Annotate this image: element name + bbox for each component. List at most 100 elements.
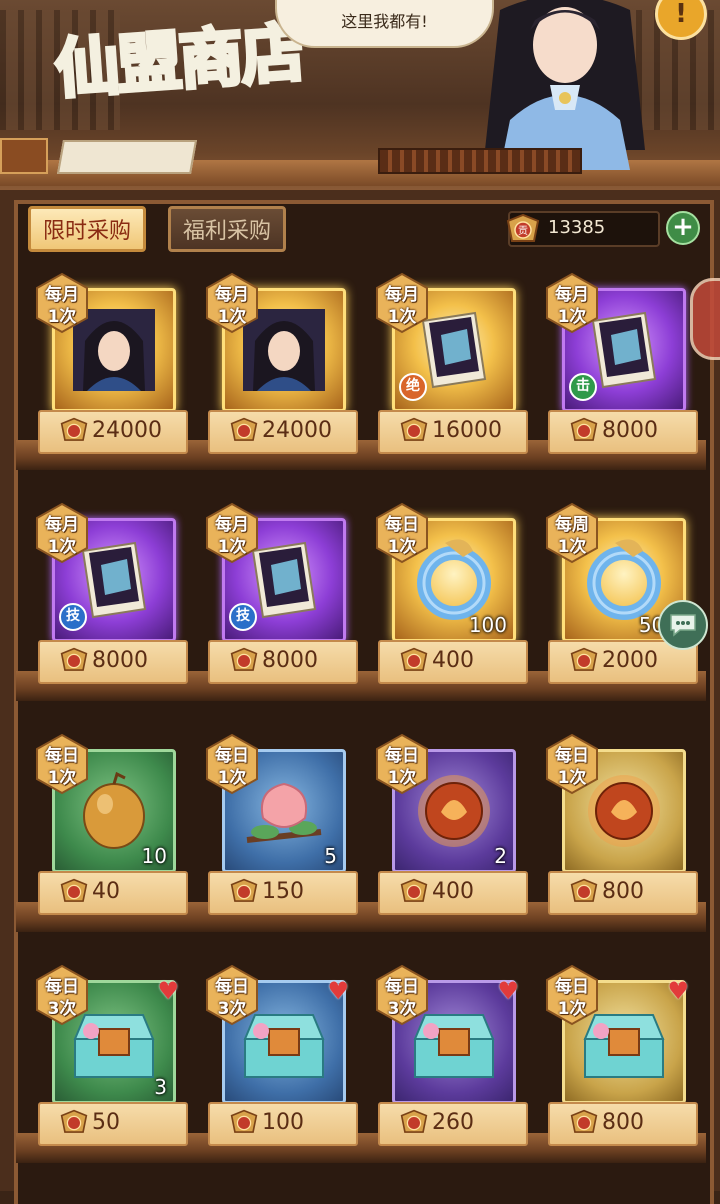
price-button[interactable]: 16000 (378, 410, 528, 454)
currency-coin-icon (230, 878, 258, 902)
price-button[interactable]: 800 (548, 1102, 698, 1146)
currency-coin-icon (570, 417, 598, 441)
chat-bubble-icon (670, 614, 696, 637)
price-button[interactable]: 8000 (38, 640, 188, 684)
limit-count: 3次 (387, 999, 417, 1019)
abacus-icon (378, 148, 582, 174)
price-value: 8000 (92, 648, 148, 673)
currency-coin-icon (400, 647, 428, 671)
limit-count: 1次 (217, 537, 247, 557)
price-value: 50 (92, 1110, 120, 1135)
limit-count: 1次 (47, 307, 77, 327)
currency-coin-icon (400, 417, 428, 441)
shop-item[interactable]: 技 每月 1次 8000 (36, 502, 208, 710)
currency-coin-icon (60, 417, 88, 441)
shop-item[interactable]: 技 每月 1次 8000 (206, 502, 378, 710)
currency-coin-icon (570, 1109, 598, 1133)
heart-icon: ♥ (157, 977, 179, 1005)
price-value: 400 (432, 648, 474, 673)
price-button[interactable]: 400 (378, 640, 528, 684)
purchase-limit-badge: 每月 1次 (34, 502, 90, 564)
price-button[interactable]: 24000 (38, 410, 188, 454)
tab-welfare-purchase[interactable]: 福利采购 (168, 206, 287, 252)
currency-coin-icon (60, 647, 88, 671)
purchase-limit-badge: 每月 1次 (544, 272, 600, 334)
shop-item[interactable]: ♥ 每日 3次 260 (376, 964, 548, 1172)
heart-icon: ♥ (327, 977, 349, 1005)
price-button[interactable]: 8000 (548, 410, 698, 454)
currency-coin-icon: 贡 (506, 213, 540, 242)
currency-coin-icon (400, 1109, 428, 1133)
price-value: 400 (432, 879, 474, 904)
shop-item[interactable]: 3 ♥ 每日 3次 50 (36, 964, 208, 1172)
item-quantity: 100 (468, 613, 507, 637)
purchase-limit-badge: 每日 1次 (374, 502, 430, 564)
speech-bubble: 这里我都有! (275, 0, 494, 48)
limit-count: 1次 (387, 537, 417, 557)
purchase-limit-badge: 每日 1次 (34, 733, 90, 795)
shop-title: 仙盟商店 (51, 13, 308, 109)
skill-type-badge: 绝 (399, 373, 427, 401)
purchase-limit-badge: 每月 1次 (204, 272, 260, 334)
shop-item[interactable]: 10 每日 1次 40 (36, 733, 208, 941)
chest-icon (0, 138, 48, 174)
price-button[interactable]: 400 (378, 871, 528, 915)
purchase-limit-badge: 每日 3次 (204, 964, 260, 1026)
shop-item[interactable]: ♥ 每日 1次 800 (546, 964, 718, 1172)
price-value: 150 (262, 879, 304, 904)
price-button[interactable]: 50 (38, 1102, 188, 1146)
currency-coin-icon (570, 878, 598, 902)
currency-display: 贡 13385 (506, 211, 660, 247)
price-value: 2000 (602, 648, 658, 673)
price-button[interactable]: 100 (208, 1102, 358, 1146)
currency-coin-icon (570, 647, 598, 671)
shop-item[interactable]: 2 每日 1次 400 (376, 733, 548, 941)
limit-count: 3次 (47, 999, 77, 1019)
shop-item[interactable]: 每日 1次 800 (546, 733, 718, 941)
shop-item[interactable]: 绝 每月 1次 16000 (376, 272, 548, 480)
limit-count: 1次 (387, 307, 417, 327)
currency-coin-icon (230, 647, 258, 671)
purchase-limit-badge: 每日 1次 (544, 964, 600, 1026)
skill-type-badge: 技 (59, 603, 87, 631)
limit-count: 1次 (47, 537, 77, 557)
item-quantity: 10 (141, 844, 167, 868)
price-button[interactable]: 260 (378, 1102, 528, 1146)
shop-item[interactable]: 100 每日 1次 400 (376, 502, 548, 710)
limit-count: 1次 (557, 537, 587, 557)
limit-count: 1次 (217, 768, 247, 788)
shop-item[interactable]: 每月 1次 24000 (36, 272, 208, 480)
price-button[interactable]: 40 (38, 871, 188, 915)
purchase-limit-badge: 每月 1次 (374, 272, 430, 334)
price-value: 40 (92, 879, 120, 904)
price-value: 24000 (92, 418, 162, 443)
price-value: 8000 (262, 648, 318, 673)
side-menu-button[interactable] (690, 278, 720, 360)
price-button[interactable]: 150 (208, 871, 358, 915)
shop-item[interactable]: 5 每日 1次 150 (206, 733, 378, 941)
shop-item[interactable]: ♥ 每日 3次 100 (206, 964, 378, 1172)
price-button[interactable]: 800 (548, 871, 698, 915)
shop-item[interactable]: 每月 1次 24000 (206, 272, 378, 480)
help-label: ! (675, 0, 687, 29)
limit-count: 3次 (217, 999, 247, 1019)
limit-count: 1次 (557, 768, 587, 788)
price-value: 800 (602, 1110, 644, 1135)
price-button[interactable]: 24000 (208, 410, 358, 454)
limit-count: 1次 (557, 307, 587, 327)
price-button[interactable]: 8000 (208, 640, 358, 684)
price-value: 800 (602, 879, 644, 904)
add-currency-button[interactable]: + (666, 211, 700, 245)
limit-count: 1次 (47, 768, 77, 788)
currency-coin-icon (230, 417, 258, 441)
purchase-limit-badge: 每日 1次 (374, 733, 430, 795)
item-quantity: 2 (494, 844, 507, 868)
item-quantity: 5 (324, 844, 337, 868)
tab-limited-purchase[interactable]: 限时采购 (28, 206, 147, 252)
price-value: 8000 (602, 418, 658, 443)
skill-type-badge: 技 (229, 603, 257, 631)
purchase-limit-badge: 每日 1次 (544, 733, 600, 795)
chat-button[interactable] (658, 600, 708, 650)
heart-icon: ♥ (667, 977, 689, 1005)
limit-count: 1次 (387, 768, 417, 788)
